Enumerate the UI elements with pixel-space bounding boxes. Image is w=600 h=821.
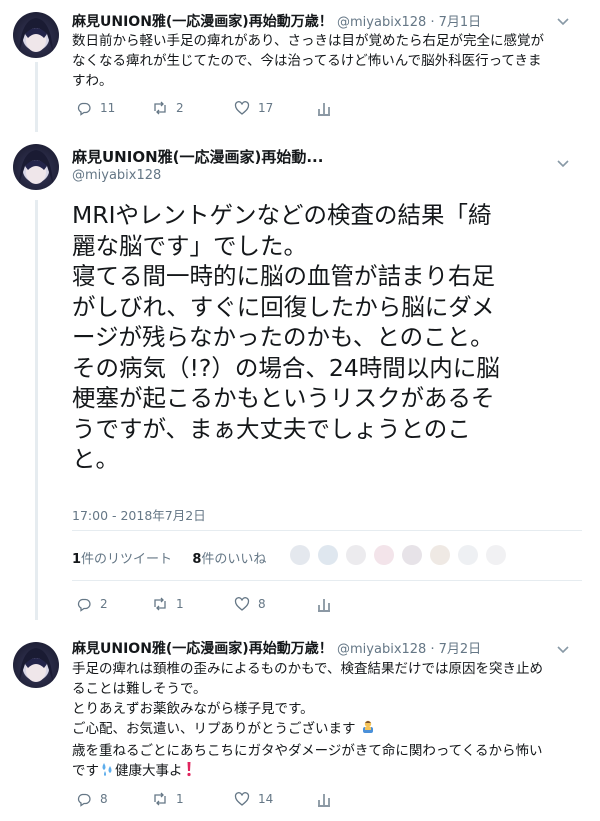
- like-button[interactable]: 17: [234, 100, 273, 116]
- analytics-icon: [318, 794, 330, 807]
- tweet-2-focused[interactable]: 麻見UNION雅(一応漫画家)再始動... @miyabix128 MRIやレン…: [0, 130, 600, 625]
- analytics-icon: [318, 103, 330, 116]
- like-count: 17: [258, 101, 274, 115]
- liker-avatar[interactable]: [318, 545, 338, 565]
- caret-down-icon[interactable]: [556, 642, 570, 656]
- retweet-stat-count: 1: [72, 552, 82, 567]
- retweet-count: 1: [176, 792, 184, 806]
- caret-down-icon[interactable]: [556, 156, 570, 170]
- reply-button[interactable]: 8: [76, 791, 108, 807]
- author-name[interactable]: 麻見UNION雅(一応漫画家)再始動万歳！: [72, 641, 333, 657]
- avatar[interactable]: [13, 144, 59, 190]
- like-icon: [234, 597, 250, 611]
- tweet-time[interactable]: 7月2日: [439, 642, 482, 657]
- reply-button[interactable]: 2: [76, 596, 108, 612]
- text-line-with-emoji: ご心配、お気遣い、リプありがとうございます: [72, 719, 572, 741]
- tweet-handle-line: @miyabix128: [72, 167, 161, 183]
- retweet-button[interactable]: 2: [152, 100, 184, 116]
- retweet-stat-label: 件のリツイート: [81, 552, 173, 567]
- tweet-header: 麻見UNION雅(一応漫画家)再始動...: [72, 146, 323, 167]
- analytics-icon: [318, 599, 330, 612]
- liker-avatars: [290, 545, 506, 565]
- like-count: 14: [258, 792, 274, 806]
- reply-icon: [77, 102, 91, 116]
- liker-avatar[interactable]: [346, 545, 366, 565]
- tweet-text-body: 数日前から軽い手足の痺れがあり、さっきは目が覚めたら右足が完全に感覚が なくなる…: [72, 33, 544, 89]
- tweet-timestamp[interactable]: 17:00 - 2018年7月2日: [72, 505, 206, 524]
- retweet-icon: [154, 792, 166, 806]
- text-line-with-emoji: です 健康大事よ: [72, 761, 572, 783]
- text-line: 歳を重ねるごとにあちこちにガタやダメージがきて命に関わってくるから怖い: [72, 743, 543, 759]
- analytics-button[interactable]: [316, 100, 332, 116]
- liker-avatar[interactable]: [290, 545, 310, 565]
- reply-count: 11: [100, 101, 116, 115]
- like-icon: [234, 792, 250, 806]
- liker-avatar[interactable]: [430, 545, 450, 565]
- text-line: とりあえずお薬飲みながら様子見です。: [72, 701, 314, 717]
- tweet-stats: 1件のリツイート 8件のいいね: [72, 548, 266, 567]
- like-count: 8: [258, 597, 266, 611]
- tweet-text: MRIやレントゲンなどの検査の結果「綺 麗な脳です」でした。 寝てる間一時的に脳…: [72, 200, 572, 475]
- tweet-3[interactable]: 麻見UNION雅(一応漫画家)再始動万歳！ @miyabix128 · 7月2日 手…: [0, 628, 600, 821]
- like-stat[interactable]: 8件のいいね: [192, 552, 266, 567]
- analytics-button[interactable]: [316, 596, 332, 612]
- retweet-button[interactable]: 1: [152, 596, 184, 612]
- divider: [72, 530, 582, 531]
- reply-icon: [77, 793, 91, 807]
- reply-count: 8: [100, 792, 108, 806]
- tweet-actions: 11 2 17: [72, 100, 372, 120]
- tweet-header: 麻見UNION雅(一応漫画家)再始動万歳！ @miyabix128 · 7月2日: [72, 638, 481, 658]
- like-button[interactable]: 8: [234, 596, 266, 612]
- retweet-count: 1: [176, 597, 184, 611]
- caret-down-icon[interactable]: [556, 14, 570, 28]
- exclamation-mark-emoji-icon: [183, 761, 195, 783]
- retweet-stat[interactable]: 1件のリツイート: [72, 552, 172, 567]
- avatar[interactable]: [13, 12, 59, 58]
- avatar[interactable]: [13, 642, 59, 688]
- text-line: 手足の痺れは頚椎の歪みによるものかもで、検査結果だけでは原因を突き止め: [72, 661, 544, 677]
- liker-avatar[interactable]: [486, 545, 506, 565]
- tweet-text-body: MRIやレントゲンなどの検査の結果「綺 麗な脳です」でした。 寝てる間一時的に脳…: [72, 201, 500, 473]
- author-handle[interactable]: @miyabix128: [337, 642, 426, 657]
- tweet-actions: 2 1 8: [72, 596, 372, 616]
- reply-icon: [77, 598, 91, 612]
- sweat-droplets-emoji-icon: [99, 761, 115, 783]
- author-name[interactable]: 麻見UNION雅(一応漫画家)再始動万歳！: [72, 14, 333, 30]
- text-line: 健康大事よ: [115, 763, 183, 779]
- author-name[interactable]: 麻見UNION雅(一応漫画家)再始動...: [72, 148, 323, 166]
- text-line: ることは難しそうで。: [72, 681, 207, 697]
- tweet-text: 手足の痺れは頚椎の歪みによるものかもで、検査結果だけでは原因を突き止め ることは…: [72, 659, 572, 783]
- liker-avatar[interactable]: [402, 545, 422, 565]
- retweet-icon: [154, 101, 166, 115]
- tweet-time[interactable]: 7月1日: [439, 15, 482, 30]
- liker-avatar[interactable]: [458, 545, 478, 565]
- reply-button[interactable]: 11: [76, 100, 115, 116]
- divider: [72, 580, 582, 581]
- separator-dot: ·: [430, 641, 435, 657]
- retweet-count: 2: [176, 101, 184, 115]
- tweet-text: 数日前から軽い手足の痺れがあり、さっきは目が覚めたら右足が完全に感覚が なくなる…: [72, 31, 572, 91]
- text-line: です: [72, 763, 99, 779]
- author-handle[interactable]: @miyabix128: [72, 168, 161, 183]
- separator-dot: ·: [430, 14, 435, 30]
- tweet-1[interactable]: 麻見UNION雅(一応漫画家)再始動万歳！ @miyabix128 · 7月1日 数…: [0, 0, 600, 130]
- liker-avatar[interactable]: [374, 545, 394, 565]
- reply-count: 2: [100, 597, 108, 611]
- like-icon: [234, 101, 250, 115]
- author-handle[interactable]: @miyabix128: [337, 15, 426, 30]
- bowing-person-emoji-icon: [360, 719, 376, 741]
- text-line: ご心配、お気遣い、リプありがとうございます: [72, 721, 356, 737]
- like-stat-label: 件のいいね: [201, 552, 267, 567]
- retweet-button[interactable]: 1: [152, 791, 184, 807]
- tweet-actions: 8 1 14: [72, 791, 372, 811]
- retweet-icon: [154, 597, 166, 611]
- like-button[interactable]: 14: [234, 791, 273, 807]
- tweet-header: 麻見UNION雅(一応漫画家)再始動万歳！ @miyabix128 · 7月1日: [72, 11, 481, 31]
- analytics-button[interactable]: [316, 791, 332, 807]
